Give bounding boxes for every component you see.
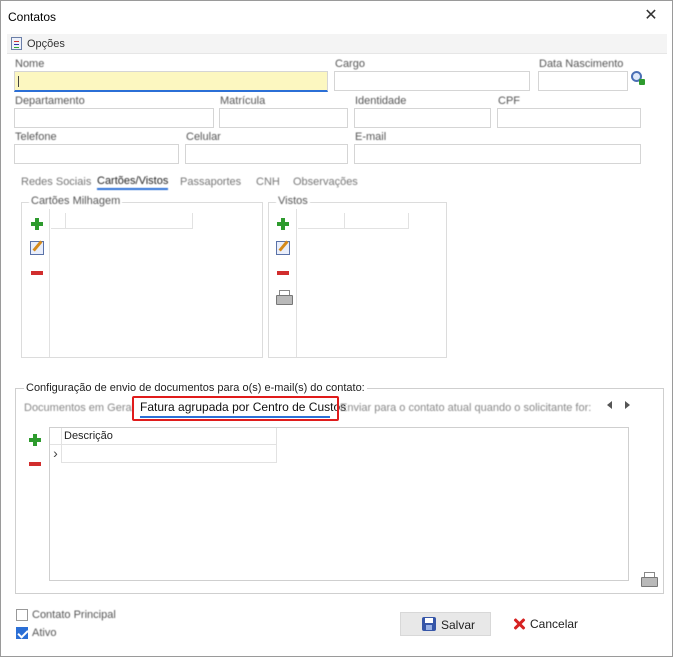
close-icon[interactable]: ✕ xyxy=(641,6,661,26)
data-nascimento-label: Data Nascimento xyxy=(539,58,624,70)
tab-redes-sociais[interactable]: Redes Sociais xyxy=(21,176,91,188)
vistos-title: Vistos xyxy=(276,195,310,207)
cartoes-grid-header xyxy=(66,213,193,229)
contato-principal-label: Contato Principal xyxy=(32,609,116,621)
nome-field[interactable] xyxy=(14,71,328,92)
celular-label: Celular xyxy=(186,131,221,143)
identidade-field[interactable] xyxy=(354,108,491,128)
matricula-field[interactable] xyxy=(219,108,348,128)
telefone-label: Telefone xyxy=(15,131,57,143)
text-caret xyxy=(18,76,19,87)
email-field[interactable] xyxy=(354,144,641,164)
cpf-label: CPF xyxy=(498,95,520,107)
email-label: E-mail xyxy=(355,131,387,143)
config-add-icon[interactable] xyxy=(28,433,42,447)
data-nascimento-field[interactable] xyxy=(538,71,628,91)
celular-field[interactable] xyxy=(185,144,348,164)
cancel-button-label: Cancelar xyxy=(530,617,579,631)
subtab-enviar-contato[interactable]: Enviar para o contato atual quando o sol… xyxy=(340,402,591,414)
departamento-field[interactable] xyxy=(14,108,214,128)
grid-indicator-header xyxy=(50,428,62,445)
tab-passaportes[interactable]: Passaportes xyxy=(180,176,241,188)
contatos-window: Contatos ✕ Opções Nome Cargo Data Nascim… xyxy=(0,0,673,657)
subtab-documentos-geral[interactable]: Documentos em Geral xyxy=(24,402,134,414)
departamento-label: Departamento xyxy=(15,95,85,107)
vistos-edit-icon[interactable] xyxy=(276,241,290,255)
contato-principal-checkbox[interactable] xyxy=(16,609,28,621)
save-disk-icon xyxy=(422,617,436,631)
cartoes-edit-icon[interactable] xyxy=(30,241,44,255)
grid-row-cell[interactable] xyxy=(62,445,277,463)
config-print-icon[interactable] xyxy=(641,572,658,587)
vistos-toolbar xyxy=(269,209,297,357)
config-remove-icon[interactable] xyxy=(28,457,42,471)
cartoes-remove-icon[interactable] xyxy=(30,266,44,280)
save-button-label: Salvar xyxy=(441,618,476,632)
cancel-button[interactable]: Cancelar xyxy=(502,612,592,636)
document-options-icon xyxy=(11,37,22,50)
save-button[interactable]: Salvar xyxy=(400,612,491,636)
telefone-field[interactable] xyxy=(14,144,179,164)
scroll-left-icon[interactable] xyxy=(607,401,612,409)
nome-label: Nome xyxy=(15,58,45,70)
window-title: Contatos xyxy=(8,10,57,24)
tab-cnh[interactable]: CNH xyxy=(256,176,280,188)
row-indicator-icon: › xyxy=(50,445,62,463)
cargo-label: Cargo xyxy=(335,58,365,70)
scroll-right-icon[interactable] xyxy=(625,401,630,409)
options-menu[interactable]: Opções xyxy=(27,38,65,50)
cartoes-add-icon[interactable] xyxy=(30,217,44,231)
tab-cartoes-vistos[interactable]: Cartões/Vistos xyxy=(97,175,169,190)
config-title: Configuração de envio de documentos para… xyxy=(24,382,367,394)
search-add-icon[interactable] xyxy=(631,71,645,85)
matricula-label: Matrícula xyxy=(220,95,266,107)
ativo-label: Ativo xyxy=(32,627,57,639)
cancel-x-icon xyxy=(512,617,526,631)
cartoes-grid-indicator-header xyxy=(51,213,66,229)
vistos-grid-header-1 xyxy=(298,213,345,229)
cargo-field[interactable] xyxy=(334,71,530,91)
vistos-grid-header-2 xyxy=(345,213,409,229)
vistos-remove-icon[interactable] xyxy=(276,266,290,280)
tab-observacoes[interactable]: Observações xyxy=(293,176,358,188)
identidade-label: Identidade xyxy=(355,95,407,107)
toolbar: Opções xyxy=(7,34,667,54)
ativo-checkbox[interactable] xyxy=(16,627,28,639)
cartoes-milhagem-title: Cartões Milhagem xyxy=(29,195,123,207)
highlight-box xyxy=(132,396,339,421)
vistos-add-icon[interactable] xyxy=(276,217,290,231)
vistos-print-icon[interactable] xyxy=(276,290,293,305)
cpf-field[interactable] xyxy=(497,108,641,128)
descricao-column-header[interactable]: Descrição xyxy=(62,428,277,445)
cartoes-toolbar xyxy=(22,209,50,357)
